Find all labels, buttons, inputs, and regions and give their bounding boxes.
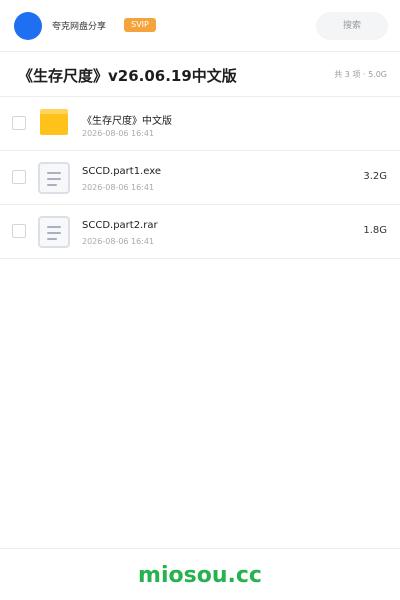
app-name: 夸克网盘分享 xyxy=(52,22,107,32)
file-list: 《生存尺度》中文版 2026-08-06 16:41 SCCD.part1.ex… xyxy=(0,97,400,259)
svip-badge: SVIP xyxy=(124,18,156,32)
search-input[interactable]: 搜索 xyxy=(316,12,388,40)
checkbox[interactable] xyxy=(12,116,26,130)
file-date: 2026-08-06 16:41 xyxy=(82,129,155,138)
avatar[interactable] xyxy=(14,12,42,40)
list-item[interactable]: SCCD.part2.rar 2026-08-06 16:41 1.8G xyxy=(0,205,400,259)
document-icon xyxy=(38,216,70,248)
file-size: 3.2G xyxy=(363,171,387,182)
share-meta: 共 3 项 · 5.0G xyxy=(334,70,387,79)
footer: miosou.cc xyxy=(0,548,400,600)
list-item[interactable]: 《生存尺度》中文版 2026-08-06 16:41 xyxy=(0,97,400,151)
watermark: miosou.cc xyxy=(138,563,262,588)
file-name[interactable]: SCCD.part2.rar xyxy=(82,220,158,231)
document-icon xyxy=(38,162,70,194)
checkbox[interactable] xyxy=(12,224,26,238)
checkbox[interactable] xyxy=(12,170,26,184)
file-size: 1.8G xyxy=(363,225,387,236)
page-title: 《生存尺度》v26.06.19中文版 xyxy=(18,67,237,85)
share-title-bar: 《生存尺度》v26.06.19中文版 共 3 项 · 5.0G xyxy=(0,53,400,97)
list-item[interactable]: SCCD.part1.exe 2026-08-06 16:41 3.2G xyxy=(0,151,400,205)
folder-icon xyxy=(40,109,68,135)
file-name[interactable]: 《生存尺度》中文版 xyxy=(82,112,172,127)
top-header: 夸克网盘分享 SVIP 搜索 xyxy=(0,0,400,52)
file-name[interactable]: SCCD.part1.exe xyxy=(82,166,161,177)
file-date: 2026-08-06 16:41 xyxy=(82,183,155,192)
file-date: 2026-08-06 16:41 xyxy=(82,237,155,246)
